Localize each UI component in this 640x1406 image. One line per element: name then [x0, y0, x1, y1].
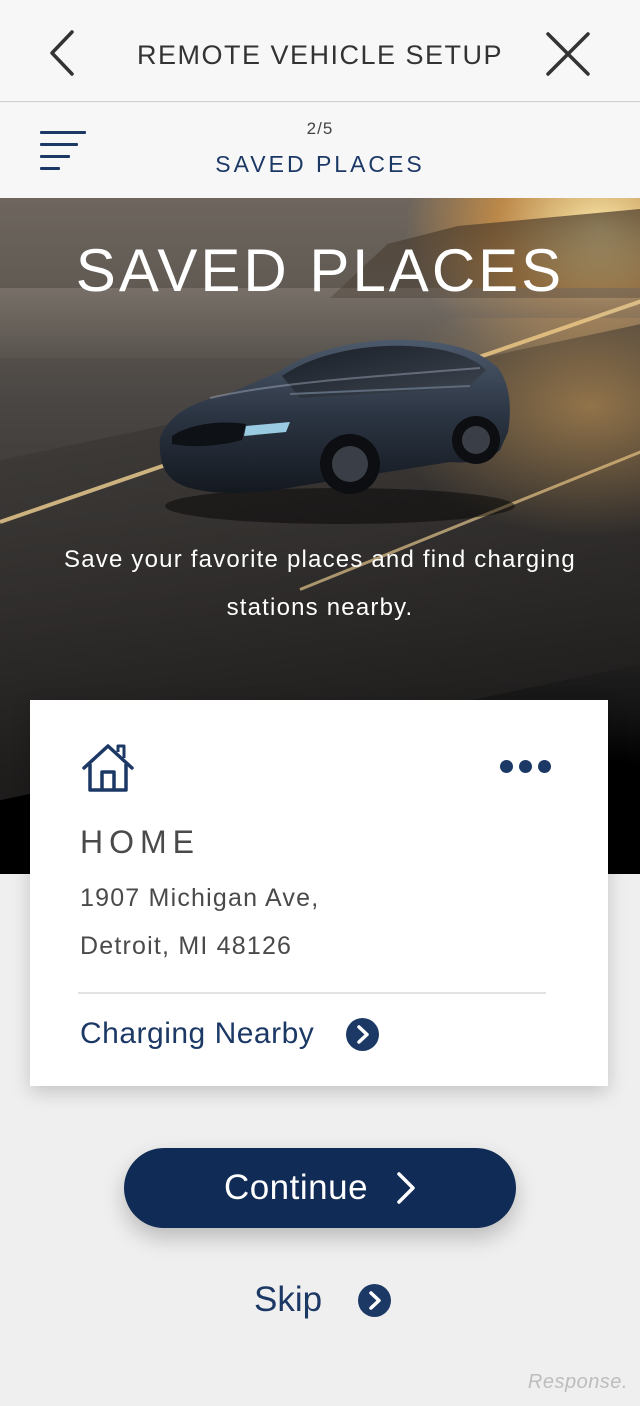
setup-step-bar: 2/5 SAVED PLACES [0, 103, 640, 198]
page-title: REMOTE VEHICLE SETUP [136, 40, 504, 70]
charging-nearby-label: Charging Nearby [80, 1017, 315, 1050]
skip-button[interactable]: Skip [254, 1276, 392, 1324]
card-divider [78, 992, 546, 994]
close-button[interactable] [542, 28, 594, 80]
place-name: HOME [80, 824, 200, 860]
close-icon [546, 32, 590, 76]
more-options-icon[interactable] [500, 758, 552, 776]
hero-description: Save your favorite places and find charg… [64, 546, 576, 621]
top-navigation-bar: REMOTE VEHICLE SETUP [0, 0, 640, 102]
chevron-right-circle-icon [358, 1283, 392, 1317]
vehicle-image [159, 339, 515, 524]
address-line-1: 1907 Michigan Ave, [80, 884, 320, 912]
hero-title: SAVED PLACES [75, 237, 565, 304]
continue-button[interactable]: Continue [124, 1148, 516, 1228]
watermark: Response. [527, 1371, 628, 1393]
chevron-right-icon [397, 1172, 415, 1204]
back-button[interactable] [44, 26, 84, 80]
address-line-2: Detroit, MI 48126 [80, 932, 293, 960]
step-name: SAVED PLACES [215, 151, 425, 177]
home-icon [82, 744, 134, 792]
chevron-right-circle-icon [346, 1017, 380, 1051]
saved-place-card[interactable]: HOME 1907 Michigan Ave, Detroit, MI 4812… [30, 700, 608, 1086]
continue-label: Continue [223, 1168, 369, 1207]
step-counter: 2/5 [306, 119, 334, 138]
charging-nearby-link[interactable]: Charging Nearby [80, 1012, 380, 1056]
chevron-left-icon [50, 30, 74, 76]
skip-label: Skip [254, 1280, 323, 1319]
